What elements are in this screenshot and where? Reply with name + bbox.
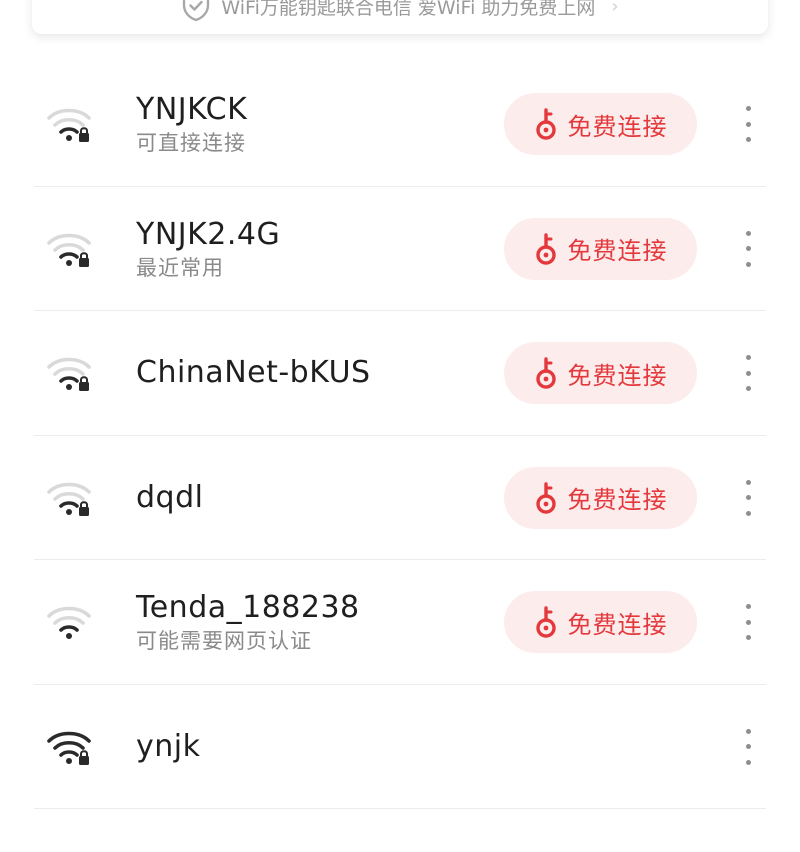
wifi-network-row[interactable]: dqdl 免费连接 <box>0 436 800 560</box>
network-status: 可直接连接 <box>136 131 246 155</box>
wifi-signal-icon <box>46 229 92 269</box>
network-info: ynjk <box>136 685 200 809</box>
key-icon <box>534 481 558 515</box>
key-icon <box>534 107 558 141</box>
wifi-signal-icon <box>46 727 92 767</box>
shield-check-icon <box>181 0 211 22</box>
more-options-icon[interactable] <box>738 604 758 640</box>
free-connect-label: 免费连接 <box>567 361 668 390</box>
free-connect-label: 免费连接 <box>567 486 668 514</box>
free-connect-button[interactable]: 免费连接 <box>504 466 697 529</box>
network-ssid: ynjk <box>136 728 201 764</box>
wifi-network-row[interactable]: YNJKCK 可直接连接 免费连接 <box>0 62 800 187</box>
free-connect-button[interactable]: 免费连接 <box>504 217 697 280</box>
promo-banner-text: WiFi万能钥匙联合电信 爱WiFi 助力免费上网 <box>221 0 596 19</box>
wifi-signal-icon <box>46 478 92 518</box>
free-connect-button[interactable]: 免费连接 <box>504 591 697 653</box>
wifi-network-row[interactable]: Tenda_188238 可能需要网页认证 免费连接 <box>0 560 800 685</box>
network-info: YNJK2.4G 最近常用 <box>136 187 280 311</box>
network-ssid: ChinaNet-bKUS <box>136 355 371 390</box>
promo-banner[interactable]: WiFi万能钥匙联合电信 爱WiFi 助力免费上网 › <box>32 0 768 34</box>
network-status: 可能需要网页认证 <box>136 629 312 653</box>
free-connect-button[interactable]: 免费连接 <box>504 342 697 404</box>
wifi-network-row[interactable]: ChinaNet-bKUS 免费连接 <box>0 311 800 436</box>
key-icon <box>534 356 558 390</box>
wifi-network-row[interactable]: ynjk <box>0 685 800 809</box>
free-connect-label: 免费连接 <box>567 610 668 639</box>
free-connect-label: 免费连接 <box>567 112 668 141</box>
chevron-right-icon: › <box>611 0 619 17</box>
network-info: dqdl <box>136 436 203 560</box>
wifi-signal-icon <box>46 353 92 393</box>
more-options-icon[interactable] <box>738 728 758 765</box>
key-icon <box>534 605 558 639</box>
more-options-icon[interactable] <box>738 230 758 267</box>
network-info: Tenda_188238 可能需要网页认证 <box>136 560 360 684</box>
wifi-signal-icon <box>46 602 92 642</box>
free-connect-button[interactable]: 免费连接 <box>504 93 697 155</box>
network-status: 最近常用 <box>136 255 224 280</box>
network-ssid: dqdl <box>136 479 204 515</box>
wifi-list-screen: WiFi万能钥匙联合电信 爱WiFi 助力免费上网 › YNJKCK 可直接连接免… <box>0 0 800 852</box>
key-icon <box>534 232 558 266</box>
network-ssid: YNJKCK <box>136 92 248 127</box>
wifi-network-row[interactable]: YNJK2.4G 最近常用 免费连接 <box>0 187 800 311</box>
network-info: ChinaNet-bKUS <box>136 311 371 435</box>
wifi-network-list: YNJKCK 可直接连接 免费连接 YNJK2.4G 最近常用 免费连接 ChinaNet-… <box>0 62 800 809</box>
more-options-icon[interactable] <box>738 106 758 142</box>
more-options-icon[interactable] <box>738 479 758 516</box>
network-info: YNJKCK 可直接连接 <box>136 62 247 186</box>
network-ssid: Tenda_188238 <box>136 590 360 625</box>
wifi-signal-icon <box>46 104 92 144</box>
more-options-icon[interactable] <box>738 355 758 391</box>
row-divider <box>34 808 766 809</box>
network-ssid: YNJK2.4G <box>136 216 281 252</box>
free-connect-label: 免费连接 <box>567 237 668 265</box>
